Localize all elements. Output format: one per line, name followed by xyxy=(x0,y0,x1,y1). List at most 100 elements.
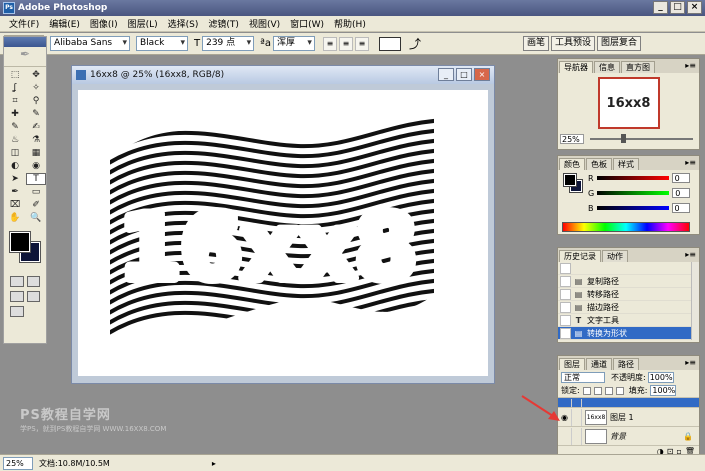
text-color-swatch[interactable] xyxy=(378,36,401,51)
doc-maximize-button[interactable]: □ xyxy=(456,68,472,81)
layer-row-1[interactable]: ◉ 16xx8 图层 1 xyxy=(558,407,699,426)
jump-to-imageready-button[interactable] xyxy=(10,306,24,317)
blur-tool-icon[interactable]: ◫ xyxy=(5,147,25,159)
history-source-cell[interactable] xyxy=(560,301,571,313)
canvas[interactable]: 16xx8 16xx8 xyxy=(78,90,488,376)
sponge-tool-icon[interactable]: ◐ xyxy=(5,160,25,172)
doc-close-button[interactable]: × xyxy=(474,68,490,81)
tab-channels[interactable]: 通道 xyxy=(586,358,612,370)
menu-view[interactable]: 视图(V) xyxy=(244,17,285,30)
tab-info[interactable]: 信息 xyxy=(594,61,620,73)
color-fg-swatch[interactable] xyxy=(563,173,577,187)
shape-tool-icon[interactable]: ▭ xyxy=(26,186,46,198)
menu-help[interactable]: 帮助(H) xyxy=(329,17,371,30)
layer-visibility-toggle[interactable] xyxy=(558,398,572,407)
color-slider-r[interactable] xyxy=(596,176,669,180)
brush-tool-icon[interactable]: ✎ xyxy=(26,108,46,120)
status-zoom-field[interactable]: 25% xyxy=(3,456,33,470)
doc-minimize-button[interactable]: _ xyxy=(438,68,454,81)
menu-image[interactable]: 图像(I) xyxy=(85,17,123,30)
tab-navigator[interactable]: 导航器 xyxy=(559,61,593,73)
lock-position-checkbox[interactable] xyxy=(604,386,613,395)
history-scrollbar[interactable] xyxy=(691,262,699,340)
history-item[interactable]: ▤ 描边路径 xyxy=(558,301,699,314)
tab-paths[interactable]: 路径 xyxy=(613,358,639,370)
slice-tool-icon[interactable]: ⚲ xyxy=(26,95,46,107)
color-value-r[interactable]: 0 xyxy=(671,173,690,183)
lock-transparent-checkbox[interactable] xyxy=(582,386,591,395)
align-center-button[interactable]: ≡ xyxy=(338,36,353,51)
lock-image-checkbox[interactable] xyxy=(593,386,602,395)
history-item-selected[interactable]: ▤ 转换为形状 xyxy=(558,327,699,340)
move-tool-icon[interactable]: ✥ xyxy=(26,69,46,81)
history-source-cell[interactable] xyxy=(560,262,571,274)
layer-link-cell[interactable] xyxy=(572,427,582,445)
lasso-tool-icon[interactable]: ʆ xyxy=(5,82,25,94)
lock-all-checkbox[interactable] xyxy=(615,386,624,395)
quick-mask-button[interactable] xyxy=(26,276,40,287)
navigator-thumbnail[interactable]: 16xx8 xyxy=(597,77,660,129)
layer-visibility-toggle[interactable] xyxy=(558,427,572,445)
history-brush-tool-icon[interactable]: ✍ xyxy=(26,121,46,133)
color-value-b[interactable]: 0 xyxy=(671,203,690,213)
screen-mode-full-button[interactable] xyxy=(26,291,40,302)
menu-window[interactable]: 窗口(W) xyxy=(285,17,329,30)
pen-tool-icon[interactable]: ✒ xyxy=(5,186,25,198)
tab-color[interactable]: 颜色 xyxy=(559,158,585,170)
history-item[interactable]: ▤ 复制路径 xyxy=(558,275,699,288)
history-source-cell[interactable] xyxy=(560,275,571,287)
palette-tab-brushes[interactable]: 画笔 xyxy=(522,36,549,51)
font-size-select[interactable]: 239 点 xyxy=(202,36,255,51)
layer-link-cell[interactable] xyxy=(572,398,582,407)
minimize-button[interactable]: _ xyxy=(653,1,668,14)
menu-layer[interactable]: 图层(L) xyxy=(123,17,163,30)
antialias-select[interactable]: 浑厚 xyxy=(272,36,315,51)
status-menu-arrow-icon[interactable]: ▸ xyxy=(212,459,216,468)
opacity-field[interactable]: 100% xyxy=(647,371,674,383)
clone-stamp-tool-icon[interactable]: ✎ xyxy=(5,121,25,133)
tab-histogram[interactable]: 直方图 xyxy=(621,61,655,73)
maximize-button[interactable]: □ xyxy=(670,1,685,14)
zoom-tool-icon[interactable]: 🔍 xyxy=(26,212,46,224)
layer-link-cell[interactable] xyxy=(572,408,582,426)
marquee-tool-icon[interactable]: ⬚ xyxy=(5,69,25,81)
tab-styles[interactable]: 样式 xyxy=(613,158,639,170)
history-item[interactable]: T 文字工具 xyxy=(558,314,699,327)
history-item[interactable]: ▤ 转移路径 xyxy=(558,288,699,301)
tab-swatches[interactable]: 色板 xyxy=(586,158,612,170)
menu-file[interactable]: 文件(F) xyxy=(4,17,44,30)
healing-brush-tool-icon[interactable]: ✚ xyxy=(5,108,25,120)
gradient-tool-icon[interactable]: ⚗ xyxy=(26,134,46,146)
blend-mode-select[interactable]: 正常 xyxy=(561,371,605,383)
panel-menu-icon[interactable]: ▸≡ xyxy=(685,158,696,167)
color-slider-b[interactable] xyxy=(596,206,669,210)
color-spectrum[interactable] xyxy=(562,222,690,232)
navigator-zoom-slider[interactable] xyxy=(590,134,693,143)
history-source-cell[interactable] xyxy=(560,327,571,339)
align-left-button[interactable]: ≡ xyxy=(322,36,337,51)
color-value-g[interactable]: 0 xyxy=(672,188,691,198)
navigator-zoom-field[interactable]: 25% xyxy=(560,134,584,144)
eye-icon[interactable]: ◉ xyxy=(558,408,572,426)
history-item[interactable] xyxy=(558,262,699,275)
path-selection-tool-icon[interactable]: ➤ xyxy=(5,173,25,185)
dodge-tool-icon[interactable]: ▦ xyxy=(26,147,46,159)
warp-text-icon[interactable]: ⤴ xyxy=(409,35,421,52)
menu-filter[interactable]: 滤镜(T) xyxy=(203,17,244,30)
notes-tool-icon[interactable]: ⌧ xyxy=(5,199,25,211)
panel-menu-icon[interactable]: ▸≡ xyxy=(685,250,696,259)
type-tool-icon[interactable]: T xyxy=(26,173,46,185)
font-style-select[interactable]: Black xyxy=(136,36,188,51)
fill-field[interactable]: 100% xyxy=(650,385,677,396)
tab-layers[interactable]: 图层 xyxy=(559,358,585,370)
slider-knob[interactable] xyxy=(620,134,626,143)
menu-select[interactable]: 选择(S) xyxy=(163,17,204,30)
crop-tool-icon[interactable]: ⌗ xyxy=(5,95,25,107)
tab-history[interactable]: 历史记录 xyxy=(559,250,601,262)
foreground-color-swatch[interactable] xyxy=(9,231,31,253)
magic-wand-tool-icon[interactable]: ✧ xyxy=(26,82,46,94)
palette-tab-layer-comps[interactable]: 图层复合 xyxy=(597,36,642,51)
eraser-tool-icon[interactable]: ♨ xyxy=(5,134,25,146)
palette-tab-tool-presets[interactable]: 工具预设 xyxy=(550,36,595,51)
history-source-cell[interactable] xyxy=(560,314,571,326)
